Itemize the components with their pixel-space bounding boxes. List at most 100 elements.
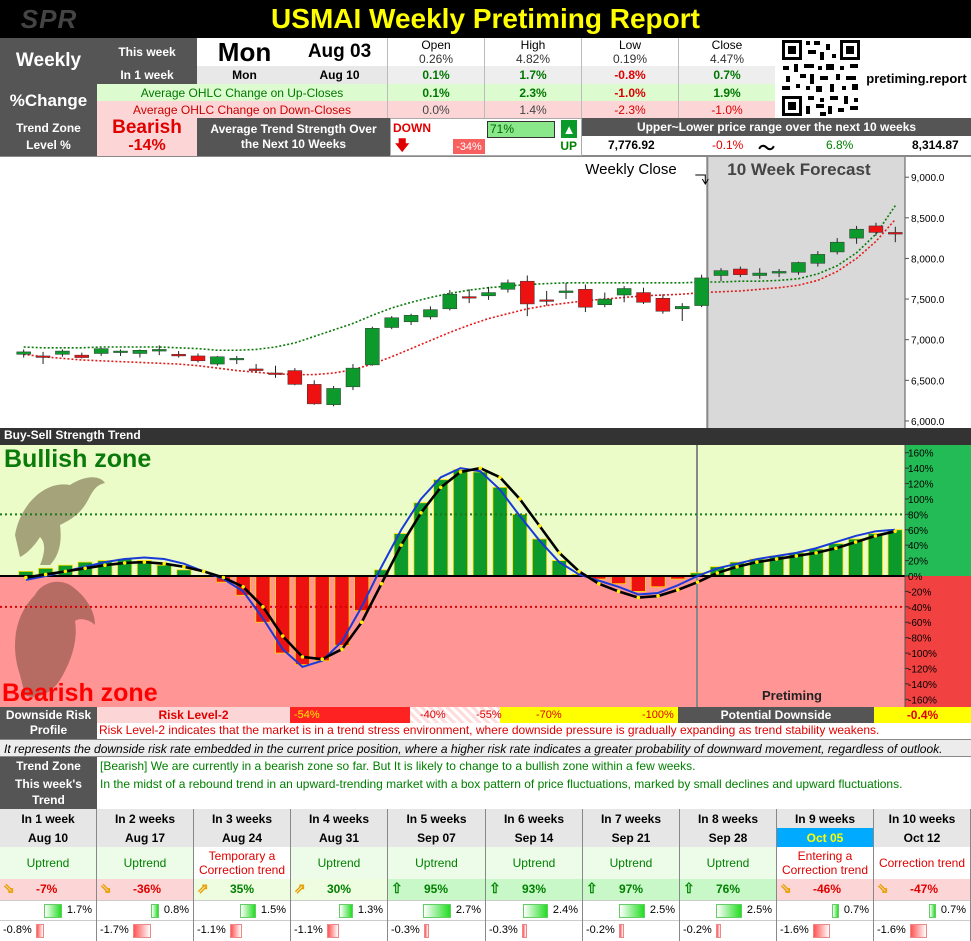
candle-body [655, 298, 671, 312]
y-tick-label: 7,500.0 [911, 295, 945, 306]
strength-point [755, 560, 759, 564]
risk-marker-0: -54% [294, 709, 320, 721]
forecast-down-row: -1.1% [194, 920, 290, 940]
spr-logo: SPR [20, 3, 78, 34]
candle-body [888, 232, 903, 235]
forecast-col: In 5 weeks Sep 07 Uptrend ⇧ 95% 2.7% -0.… [388, 809, 486, 941]
candle-body [287, 370, 303, 385]
range-label: Upper~Lower price range over the next 10… [582, 118, 971, 136]
strength-point [280, 634, 285, 638]
candle-body [810, 254, 826, 264]
forecast-trend: Uptrend [97, 847, 193, 879]
y-tick-label: 9,000.0 [911, 173, 945, 184]
this-week-label: This week [97, 38, 197, 66]
y-tick-label-2: -40% [908, 603, 931, 614]
risk-marker-1: -40% [420, 709, 446, 721]
y-tick-label-2: 20% [908, 557, 928, 568]
strength-point [656, 594, 660, 598]
forecast-col: In 2 weeks Aug 17 Uptrend ⇘ -36% 0.8% -1… [97, 809, 194, 941]
strength-point [201, 569, 206, 574]
y-tick-label-2: 100% [908, 495, 934, 506]
forecast-up-bar [523, 904, 548, 918]
strength-point [834, 546, 838, 551]
forecast-date: Oct 12 [874, 828, 970, 847]
bearish-zone-label: Bearish zone [2, 679, 158, 707]
forecast-down: -0.8% [3, 924, 32, 936]
bullish-zone-label: Bullish zone [4, 445, 151, 473]
strength-point [873, 534, 878, 538]
strength-bar [630, 575, 646, 592]
forecast-week: In 7 weeks [583, 809, 679, 828]
risk-marker-2: -55% [476, 709, 502, 721]
strength-section-title: Buy-Sell Strength Trend [0, 428, 971, 445]
strength-bar [452, 469, 469, 577]
forecast-trend: Uptrend [0, 847, 96, 879]
candle-body [35, 355, 51, 358]
forecast-col: In 10 weeks Oct 12 Correction trend ⇘ -4… [874, 809, 971, 941]
forecast-week: In 8 weeks [680, 809, 776, 828]
up-value: 71% [487, 121, 555, 138]
forecast-down: -1.1% [197, 924, 226, 936]
price-chart: 10 Week Forecast Weekly Close 9,000.0 8,500… [16, 157, 971, 429]
in1week-label: In 1 week [97, 66, 197, 84]
trend-zone-box: Bearish -14% [97, 118, 197, 156]
forecast-down-row: -0.3% [486, 920, 582, 940]
site-link[interactable]: pretiming.report [862, 38, 971, 118]
candle-body [694, 277, 709, 306]
ohlc-col-header: High [484, 38, 581, 52]
strength-point [63, 569, 68, 574]
strength-point [83, 566, 87, 571]
forecast-down-row: -0.3% [388, 920, 485, 940]
forecast-down-row: -1.6% [777, 920, 873, 940]
forecast-up-bar [929, 904, 936, 918]
strength-bar [156, 564, 172, 577]
arrow-up-icon: ⇧ [489, 880, 501, 896]
candle-body [403, 315, 419, 323]
forecast-down-bar [424, 924, 429, 938]
forecast-trend: Uptrend [486, 847, 582, 879]
candle-body [578, 289, 593, 308]
forecast-down: -0.3% [489, 924, 518, 936]
risk-desc: Risk Level-2 indicates that the market i… [99, 723, 880, 737]
forecast-strength-box: ⇘ -36% [97, 879, 193, 900]
ohlc-cell: 0.0% [387, 101, 484, 118]
forecast-up-row: 2.4% [486, 900, 582, 920]
y-tick-label-2: -60% [908, 618, 931, 629]
forecast-week: In 2 weeks [97, 809, 193, 828]
qr-code[interactable] [780, 38, 862, 118]
qr-code-icon [782, 40, 860, 116]
strength-point [774, 557, 779, 561]
trend-zone-state: Bearish [112, 117, 182, 138]
candle-body [461, 296, 477, 299]
strength-point [320, 657, 325, 662]
y-axis-bg [905, 157, 971, 429]
strength-point [478, 466, 483, 470]
strength-bar [472, 471, 488, 577]
forecast-up: 2.4% [552, 904, 578, 916]
y-tick-label-2: 160% [908, 449, 934, 460]
candle-body [481, 292, 496, 297]
candle-body [171, 354, 186, 357]
arrow-down-right-icon: ⇘ [100, 880, 112, 896]
forecast-strength-box: ⇧ 93% [486, 879, 582, 900]
forecast-col: In 1 week Aug 10 Uptrend ⇘ -7% 1.7% -0.8… [0, 809, 97, 941]
forecast-strength-box: ⇧ 76% [680, 879, 776, 900]
candle-body [113, 350, 128, 353]
up-closes-label: Average OHLC Change on Up-Closes [97, 84, 387, 101]
forecast-up-row: 1.5% [194, 900, 290, 920]
down-value: -34% [453, 139, 485, 154]
arrow-down-right-icon: ⇘ [3, 880, 15, 896]
forecast-up-bar [832, 904, 839, 918]
candle-body [268, 372, 283, 375]
forecast-week: In 6 weeks [486, 809, 582, 828]
y-tick-label-2: -140% [908, 680, 937, 691]
price-chart-area: 10 Week Forecast Weekly Close 9,000.0 8,500… [0, 156, 971, 429]
ohlc-cell: 1.9% [678, 84, 775, 101]
candle-body [500, 282, 516, 290]
candle-body [423, 309, 438, 318]
strength-point [359, 620, 364, 625]
forecast-up-row: 0.7% [874, 900, 970, 920]
forecast-up: 2.5% [746, 904, 772, 916]
strength-point [695, 580, 700, 584]
forecast-down: -1.6% [780, 924, 809, 936]
